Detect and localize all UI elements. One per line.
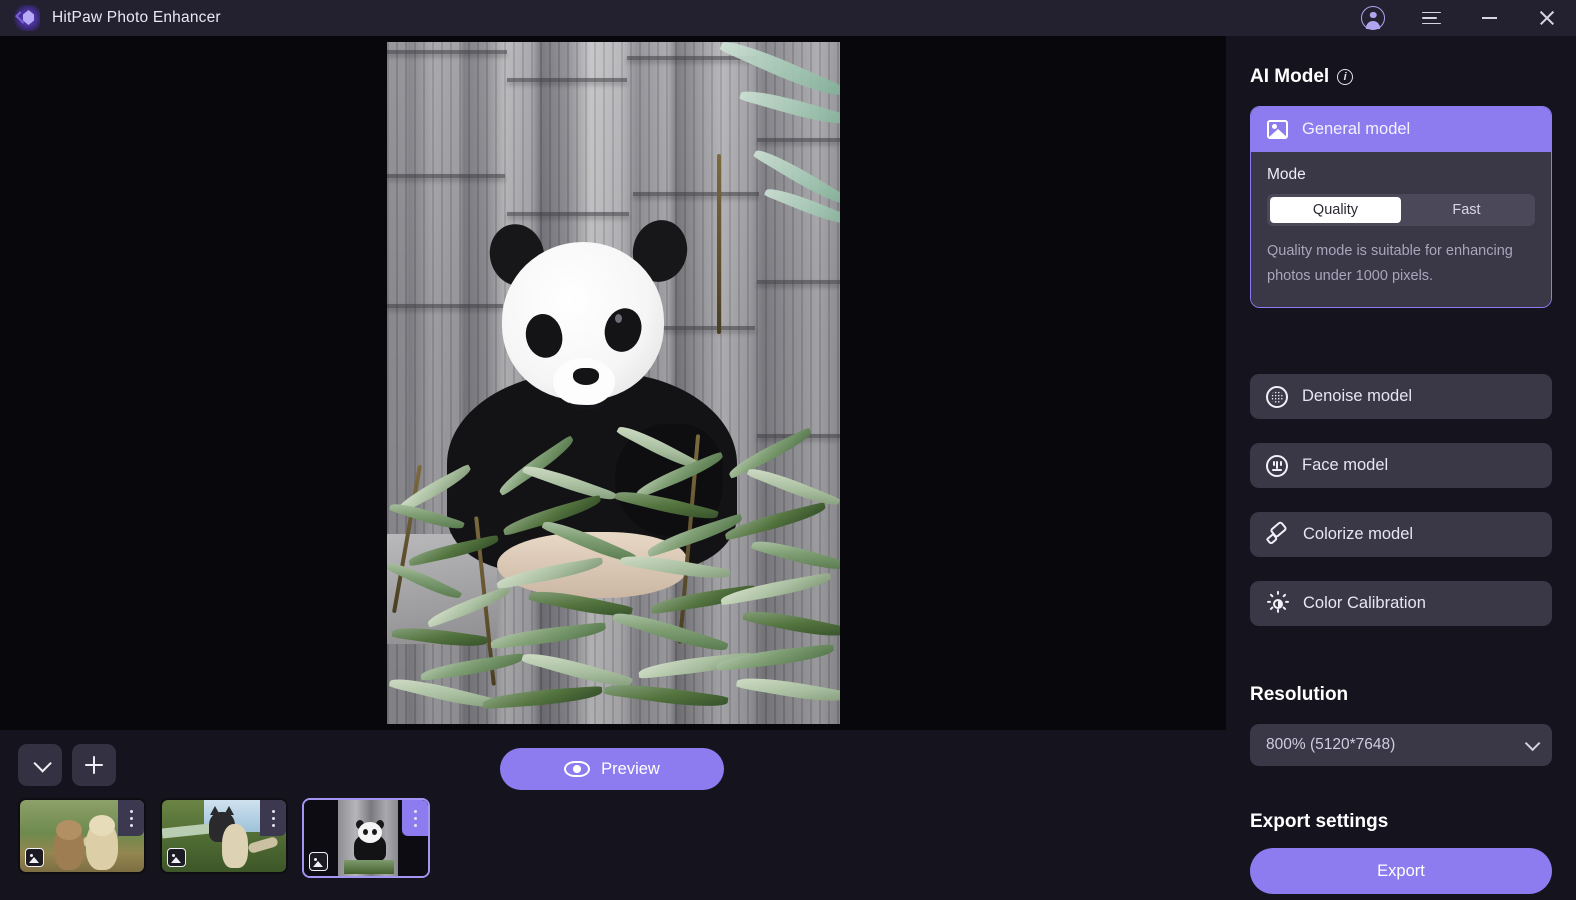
kebab-menu-icon[interactable] [260, 800, 286, 836]
ai-model-heading: AI Model i [1250, 66, 1354, 88]
panda-photo [386, 42, 840, 724]
ai-model-title: AI Model [1250, 66, 1330, 87]
denoise-icon [1266, 385, 1288, 408]
model-row-colorize[interactable]: Colorize model [1250, 512, 1552, 557]
minimize-button[interactable] [1460, 0, 1518, 36]
preview-button-label: Preview [601, 759, 660, 778]
app-title: HitPaw Photo Enhancer [52, 9, 221, 26]
resolution-title: Resolution [1250, 684, 1349, 705]
model-row-label: Color Calibration [1303, 594, 1426, 612]
kebab-menu-icon[interactable] [118, 800, 144, 836]
close-icon [1539, 10, 1555, 26]
bamboo-foliage [386, 424, 840, 724]
model-list: Denoise model Face model Colorize model [1250, 374, 1552, 650]
mode-description: Quality mode is suitable for enhancing p… [1267, 243, 1513, 284]
picture-icon [1267, 120, 1288, 139]
model-row-face[interactable]: Face model [1250, 443, 1552, 488]
picture-icon [167, 848, 186, 867]
puppies-thumbnail[interactable] [18, 798, 146, 874]
hitpaw-photo-enhancer-window: HitPaw Photo Enhancer Preview AI Model i… [0, 0, 1576, 900]
picture-icon [25, 848, 44, 867]
paint-roller-icon [1265, 520, 1289, 546]
plus-icon [85, 756, 103, 774]
add-image-button[interactable] [72, 744, 116, 786]
model-row-color-calibration[interactable]: Color Calibration [1250, 581, 1552, 626]
window-controls [1344, 0, 1576, 36]
thumbnail-strip [18, 798, 430, 878]
panda-nose [572, 368, 599, 385]
collapse-panel-button[interactable] [18, 744, 62, 786]
model-general-header[interactable]: General model [1251, 107, 1551, 152]
image-canvas[interactable] [0, 36, 1226, 730]
picture-icon [309, 852, 328, 871]
model-general-label: General model [1302, 120, 1411, 138]
account-button[interactable] [1344, 0, 1402, 36]
title-bar: HitPaw Photo Enhancer [0, 0, 1576, 36]
resolution-heading: Resolution [1250, 684, 1348, 706]
kebab-menu-icon[interactable] [402, 800, 428, 836]
minimize-icon [1481, 17, 1497, 19]
export-button[interactable]: Export [1250, 848, 1552, 894]
mode-option-quality[interactable]: Quality [1270, 197, 1401, 223]
model-card-general[interactable]: General model Mode Quality Fast Quality … [1250, 106, 1552, 308]
close-button[interactable] [1518, 0, 1576, 36]
preview-button[interactable]: Preview [500, 748, 724, 790]
model-row-denoise[interactable]: Denoise model [1250, 374, 1552, 419]
chevron-down-icon [1524, 735, 1541, 751]
bottom-toolbar: Preview [0, 730, 1226, 900]
hitpaw-logo-icon [14, 5, 40, 31]
info-icon[interactable]: i [1337, 69, 1354, 85]
mode-label: Mode [1267, 166, 1306, 183]
mode-option-fast[interactable]: Fast [1401, 197, 1532, 223]
mode-section: Mode Quality Fast Quality mode is suitab… [1251, 152, 1551, 307]
cats-thumbnail[interactable] [160, 798, 288, 874]
brightness-sun-icon [1266, 590, 1289, 615]
export-settings-title: Export settings [1250, 811, 1389, 832]
model-row-label: Face model [1302, 456, 1389, 474]
mode-segmented-control: Quality Fast [1267, 194, 1535, 226]
model-row-label: Denoise model [1302, 387, 1413, 405]
menu-button[interactable] [1402, 0, 1460, 36]
resolution-dropdown[interactable]: 800% (5120*7648) [1250, 724, 1552, 766]
panda-thumbnail[interactable] [302, 798, 430, 878]
account-circle-icon [1361, 6, 1385, 30]
hamburger-menu-icon [1421, 11, 1441, 25]
chevron-down-icon [32, 753, 52, 773]
eye-icon [564, 761, 591, 777]
export-settings-heading: Export settings [1250, 811, 1388, 833]
right-settings-panel: AI Model i General model Mode Quality Fa… [1226, 36, 1576, 900]
model-row-label: Colorize model [1303, 525, 1414, 543]
resolution-value: 800% (5120*7648) [1266, 736, 1396, 753]
face-icon [1266, 454, 1288, 477]
